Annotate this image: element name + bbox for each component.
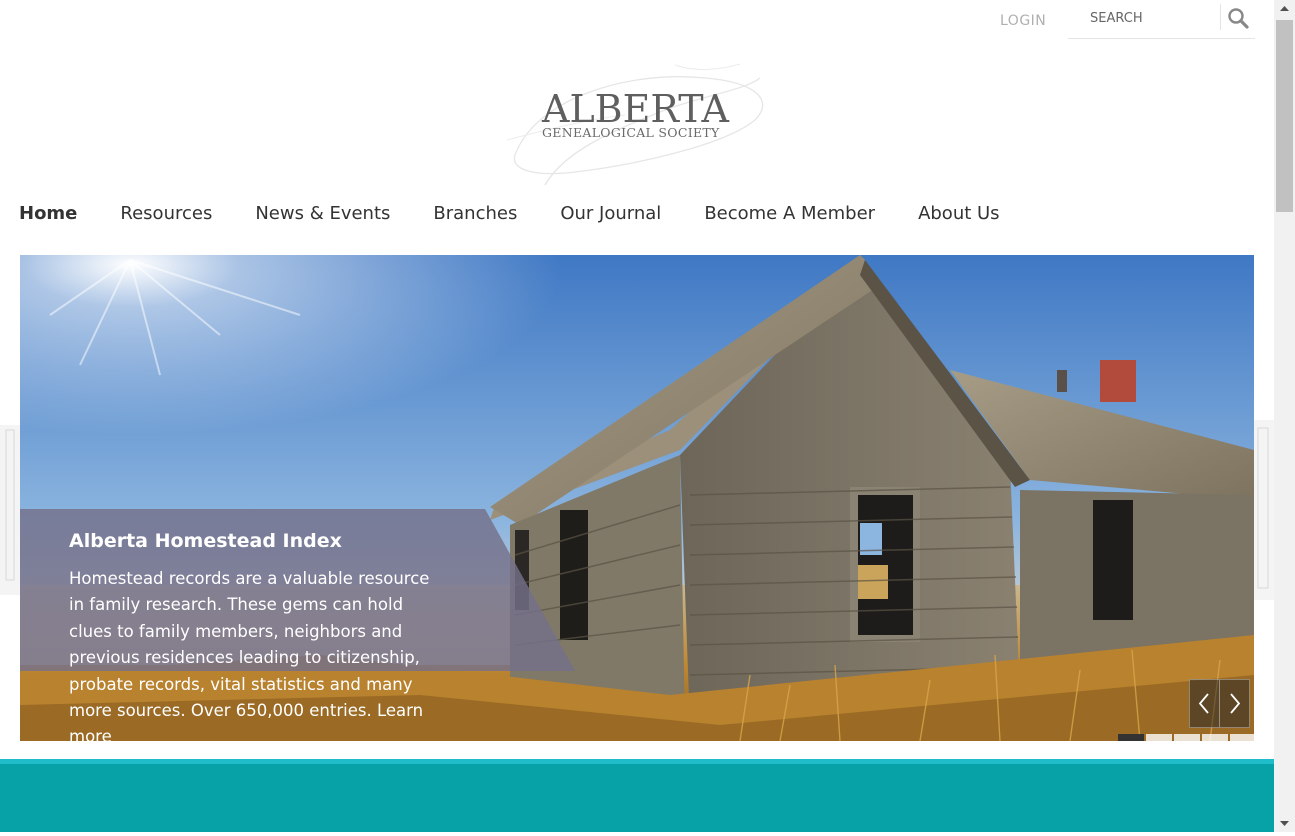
ghost-image-right (1254, 420, 1274, 600)
main-nav: Home Resources News & Events Branches Ou… (19, 203, 1043, 224)
arrow-down-icon (1280, 821, 1289, 826)
scrollbar-thumb[interactable] (1276, 20, 1293, 212)
logo-subtitle: GENEALOGICAL SOCIETY (542, 125, 720, 140)
teal-footer-band (0, 764, 1274, 832)
hero-slider: Alberta Homestead Index Homestead record… (20, 255, 1254, 741)
page: LOGIN ALBERTA GENEALOGICAL SOCIETY Home … (0, 0, 1274, 832)
slider-dot[interactable] (1174, 734, 1200, 741)
logo-title: ALBERTA (542, 87, 729, 131)
caption-text: Alberta Homestead Index Homestead record… (69, 530, 449, 741)
slider-next-button[interactable] (1219, 679, 1250, 728)
site-logo[interactable]: ALBERTA GENEALOGICAL SOCIETY (505, 60, 770, 190)
login-link[interactable]: LOGIN (1000, 13, 1046, 29)
search-input[interactable] (1068, 6, 1240, 30)
nav-item-become-a-member[interactable]: Become A Member (704, 203, 875, 224)
ghost-image-left (0, 425, 20, 595)
slider-dot[interactable] (1118, 734, 1144, 741)
slider-pagination (1118, 734, 1254, 741)
caption-body: Homestead records are a valuable resourc… (69, 569, 430, 741)
scroll-down-button[interactable] (1274, 815, 1295, 832)
caption-title[interactable]: Alberta Homestead Index (69, 530, 449, 552)
nav-item-our-journal[interactable]: Our Journal (560, 203, 661, 224)
chevron-right-icon (1230, 693, 1241, 714)
nav-item-resources[interactable]: Resources (120, 203, 212, 224)
nav-item-branches[interactable]: Branches (433, 203, 517, 224)
nav-item-about-us[interactable]: About Us (918, 203, 1000, 224)
slider-dot[interactable] (1230, 734, 1254, 741)
arrow-up-icon (1280, 6, 1289, 11)
slider-dot[interactable] (1202, 734, 1228, 741)
search-divider (1220, 4, 1221, 30)
search-button[interactable] (1226, 6, 1252, 32)
scroll-up-button[interactable] (1274, 0, 1295, 17)
search-icon (1228, 8, 1249, 29)
slide-caption: Alberta Homestead Index Homestead record… (20, 509, 580, 741)
slider-dot[interactable] (1146, 734, 1172, 741)
nav-item-home[interactable]: Home (19, 203, 77, 224)
search-box (1068, 0, 1255, 39)
nav-item-news-events[interactable]: News & Events (255, 203, 390, 224)
chevron-left-icon (1198, 693, 1209, 714)
slider-prev-button[interactable] (1189, 679, 1220, 728)
vertical-scrollbar[interactable] (1274, 0, 1295, 832)
